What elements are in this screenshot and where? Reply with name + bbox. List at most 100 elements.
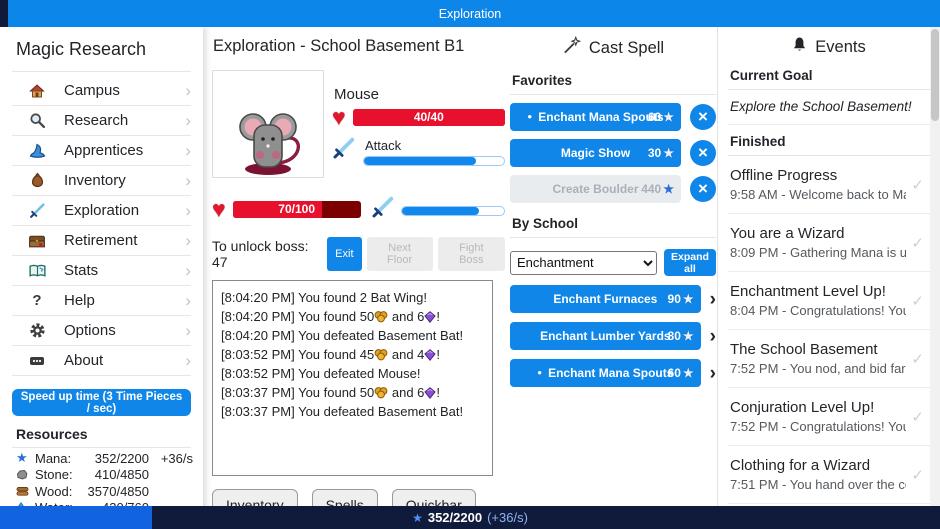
- mouse-graphic: [218, 105, 318, 177]
- sidebar-item-retirement[interactable]: Retirement ›: [0, 226, 203, 255]
- sidebar-item-label: Inventory: [64, 172, 126, 189]
- player-attack-row: [371, 194, 505, 225]
- checkmark-icon: ✓: [911, 176, 924, 194]
- player-attack-fill: [402, 207, 480, 215]
- event-item[interactable]: You are a Wizard 8:09 PM - Gathering Man…: [728, 214, 930, 272]
- event-item[interactable]: Enchantment Level Up! 8:04 PM - Congratu…: [728, 272, 930, 330]
- gear-icon: [26, 322, 48, 340]
- chevron-right-icon: ›: [185, 232, 191, 249]
- sidebar-item-label: Help: [64, 292, 95, 309]
- cast-spell-panel: Cast Spell Favorites ● Enchant Mana Spou…: [510, 27, 716, 506]
- spell-label: Magic Show: [561, 146, 630, 160]
- expand-all-button[interactable]: Expand all: [664, 249, 716, 276]
- by-school-title: By School: [510, 216, 716, 238]
- sidebar-item-label: Stats: [64, 262, 98, 279]
- sidebar-item-stats[interactable]: Stats ›: [0, 256, 203, 285]
- event-item[interactable]: Offline Progress 9:58 AM - Welcome back …: [728, 156, 930, 214]
- fight-boss-button[interactable]: Fight Boss: [438, 237, 505, 271]
- resource-name: Wood:: [35, 484, 72, 499]
- mana-star-icon: ★: [683, 366, 694, 380]
- scrollbar-thumb[interactable]: [931, 29, 939, 121]
- spell-button-magic-show[interactable]: Magic Show 30★: [510, 139, 681, 167]
- enemy-hp-bar: 40/40: [353, 109, 505, 126]
- enemy-attack-label: Attack: [365, 138, 505, 153]
- sidebar-item-exploration[interactable]: Exploration ›: [0, 196, 203, 225]
- favorites-title: Favorites: [510, 73, 716, 95]
- speed-up-time-button[interactable]: Speed up time (3 Time Pieces / sec): [12, 389, 191, 416]
- sidebar-item-apprentices[interactable]: Apprentices ›: [0, 136, 203, 165]
- spell-label: Enchant Mana Spouts: [538, 110, 663, 124]
- sidebar-item-inventory[interactable]: Inventory ›: [0, 166, 203, 195]
- spell-label: Enchant Furnaces: [553, 292, 657, 306]
- spell-cost: 30: [648, 146, 661, 160]
- sidebar-item-campus[interactable]: Campus ›: [0, 76, 203, 105]
- sidebar-item-label: Options: [64, 322, 116, 339]
- sidebar-item-help[interactable]: ? Help ›: [0, 286, 203, 315]
- log-line: [8:03:52 PM] You defeated Mouse!: [221, 364, 484, 383]
- coins-icon: [374, 310, 388, 323]
- remove-favorite-button[interactable]: ×: [690, 104, 716, 130]
- events-scrollbar[interactable]: [930, 27, 940, 506]
- wand-icon: [562, 36, 581, 60]
- resource-row-mana: ★ Mana: 352/2200 +36/s: [16, 450, 193, 467]
- checkmark-icon: ✓: [911, 292, 924, 310]
- event-subtitle: 8:04 PM - Congratulations! Your E...: [730, 303, 906, 318]
- remove-favorite-button[interactable]: ×: [690, 176, 716, 202]
- heart-icon: ♥: [332, 106, 346, 129]
- resource-name: Mana:: [35, 451, 71, 466]
- event-item[interactable]: Conjuration Level Up! 7:52 PM - Congratu…: [728, 388, 930, 446]
- event-title: Offline Progress: [730, 167, 906, 184]
- checkmark-icon: ✓: [911, 234, 924, 252]
- chevron-right-icon[interactable]: ›: [710, 364, 716, 383]
- log-line: [8:03:37 PM] You defeated Basement Bat!: [221, 402, 484, 421]
- spell-cost: 60: [668, 366, 681, 380]
- spell-button-enchant-lumber-yards[interactable]: Enchant Lumber Yards 80★: [510, 322, 701, 350]
- next-floor-button[interactable]: Next Floor: [367, 237, 433, 271]
- chevron-right-icon: ›: [185, 202, 191, 219]
- spell-button-enchant-furnaces[interactable]: Enchant Furnaces 90★: [510, 285, 701, 313]
- sidebar-item-label: Research: [64, 112, 128, 129]
- bottom-mana-bar: ★ 352/2200 (+36/s): [0, 506, 940, 529]
- pouch-icon: [26, 172, 48, 190]
- sidebar-item-about[interactable]: About ›: [0, 346, 203, 375]
- exit-button[interactable]: Exit: [327, 237, 361, 271]
- event-item[interactable]: The School Basement 7:52 PM - You nod, a…: [728, 330, 930, 388]
- magnifier-icon: [26, 112, 48, 130]
- remove-favorite-button[interactable]: ×: [690, 140, 716, 166]
- cast-spell-title: Cast Spell: [589, 39, 664, 58]
- enemy-attack-bar: [363, 156, 505, 166]
- combat-log[interactable]: [8:04:20 PM] You found 2 Bat Wing! [8:04…: [212, 280, 493, 476]
- mana-star-icon: ★: [412, 511, 423, 525]
- log-line: [8:03:52 PM] You found 45 and 4!: [221, 345, 484, 364]
- school-filter-row: Enchantment Expand all: [510, 249, 716, 276]
- sidebar-item-options[interactable]: Options ›: [0, 316, 203, 345]
- sidebar-item-research[interactable]: Research ›: [0, 106, 203, 135]
- spell-label: Create Boulder: [552, 182, 638, 196]
- house-icon: [26, 82, 48, 100]
- bell-icon: [792, 36, 807, 58]
- enemy-attack-fill: [364, 157, 476, 165]
- spell-cost: 440: [641, 182, 661, 196]
- top-bar-title: Exploration: [439, 7, 502, 21]
- school-spell-row: Enchant Furnaces 90★ ›: [510, 285, 716, 313]
- school-spell-row: Enchant Lumber Yards 80★ ›: [510, 322, 716, 350]
- top-bar-corner: [0, 0, 8, 27]
- chevron-right-icon[interactable]: ›: [710, 290, 716, 309]
- enemy-attack-row: Attack: [332, 135, 505, 166]
- resource-row-stone: Stone: 410/4850: [16, 467, 193, 484]
- event-title: Enchantment Level Up!: [730, 283, 906, 300]
- resource-value: 352/2200: [71, 451, 149, 466]
- spell-button-create-boulder[interactable]: Create Boulder 440★: [510, 175, 681, 203]
- chevron-right-icon: ›: [185, 292, 191, 309]
- question-icon: ?: [26, 292, 48, 310]
- current-goal-text: Explore the School Basement!: [728, 90, 930, 125]
- event-item[interactable]: Clothing for a Wizard 7:51 PM - You hand…: [728, 446, 930, 504]
- sidebar-item-label: Campus: [64, 82, 120, 99]
- school-select[interactable]: Enchantment: [510, 251, 657, 275]
- divider: [12, 375, 191, 376]
- spell-button-enchant-mana-spouts[interactable]: ● Enchant Mana Spouts 60★: [510, 359, 701, 387]
- chevron-right-icon[interactable]: ›: [710, 327, 716, 346]
- book-icon: [26, 262, 48, 280]
- spell-button-enchant-mana-spouts[interactable]: ● Enchant Mana Spouts 60★: [510, 103, 681, 131]
- chevron-right-icon: ›: [185, 112, 191, 129]
